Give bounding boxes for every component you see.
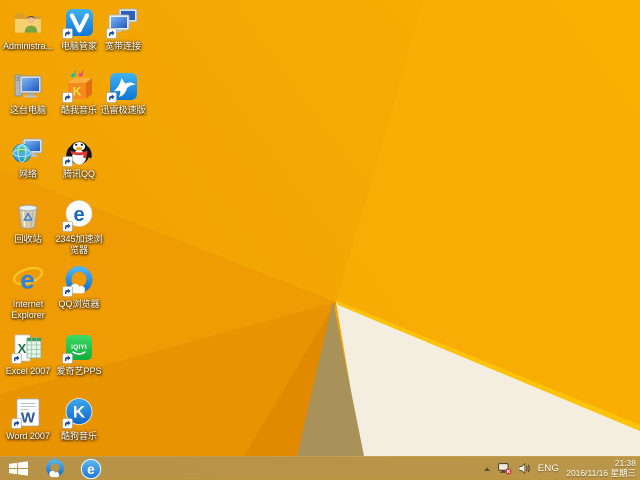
icon-label: 酷狗音乐 xyxy=(60,431,97,441)
language-indicator[interactable]: ENG xyxy=(538,463,560,474)
windows-logo-icon xyxy=(9,461,28,476)
desktop-icon-thunder[interactable]: 迅雷极速版 xyxy=(95,70,151,116)
icon-label: Word 2007 xyxy=(6,431,50,441)
desktop-screen: Administra... 电脑管家 宽带连接 这台电脑 K 酷我音乐 迅雷极速… xyxy=(0,0,640,480)
icon-label: 网络 xyxy=(18,169,37,179)
desktop-icon-administrator[interactable]: Administra... xyxy=(0,6,56,52)
clock-date: 2016/11/16 星期三 xyxy=(566,467,636,478)
svg-text:e: e xyxy=(73,204,84,226)
bird-icon xyxy=(106,73,137,103)
shield-check-icon xyxy=(62,9,93,39)
system-tray: ENG 21:38 2016/11/16 星期三 xyxy=(483,458,640,478)
icon-label: QQ浏览器 xyxy=(58,299,100,309)
network-disconnected-icon xyxy=(497,462,512,475)
word-icon: W xyxy=(11,398,40,429)
volume-icon[interactable] xyxy=(518,463,531,474)
iqiyi-icon: iQIYI xyxy=(62,335,92,364)
desktop-icon-2345-browser[interactable]: e 2345加速浏览器 xyxy=(51,199,107,255)
icon-label: 宽带连接 xyxy=(104,41,141,51)
internet-explorer-icon: e xyxy=(80,458,102,479)
desktop-icon-kugou[interactable]: K 酷狗音乐 xyxy=(51,396,107,442)
icon-label: 回收站 xyxy=(14,234,42,244)
recycle-bin-icon xyxy=(18,204,38,229)
excel-icon: X xyxy=(11,334,42,364)
show-hidden-icons-button[interactable] xyxy=(483,466,491,472)
globe-monitor-icon xyxy=(12,138,43,163)
ring-cloud-icon xyxy=(62,266,93,297)
speaker-icon xyxy=(518,463,530,474)
icon-label: 酷我音乐 xyxy=(60,105,97,115)
icon-label: 这台电脑 xyxy=(9,105,46,115)
icon-label: 2345加速浏览器 xyxy=(55,234,103,255)
taskbar-qq-browser[interactable] xyxy=(37,457,73,480)
desktop-icon-excel[interactable]: X Excel 2007 xyxy=(0,331,56,377)
desktop-icon-word[interactable]: W Word 2007 xyxy=(0,396,56,442)
desktop-icon-this-pc[interactable]: 这台电脑 xyxy=(0,70,56,116)
start-button[interactable] xyxy=(0,457,37,480)
svg-text:e: e xyxy=(87,462,95,477)
music-box-icon: K xyxy=(62,70,92,103)
desktop-icon-iqiyi-pps[interactable]: iQIYI 爱奇艺PPS xyxy=(51,331,107,377)
icon-label: Excel 2007 xyxy=(5,366,51,376)
desktop-icon-network[interactable]: 网络 xyxy=(0,134,56,180)
browser-e-icon: e xyxy=(62,200,93,232)
svg-text:iQIYI: iQIYI xyxy=(71,344,87,351)
icon-label: 爱奇艺PPS xyxy=(56,366,102,376)
svg-text:K: K xyxy=(73,403,86,422)
icon-label: 腾讯QQ xyxy=(62,169,95,179)
icon-label: 电脑管家 xyxy=(60,41,97,51)
desktop-icon-tencent-qq[interactable]: 腾讯QQ xyxy=(51,134,107,180)
desktop-icon-recycle-bin[interactable]: 回收站 xyxy=(0,199,56,245)
taskbar: e ENG 21:38 2016/11/16 星期三 xyxy=(0,456,640,480)
user-folder-icon xyxy=(15,13,42,33)
kugou-icon: K xyxy=(62,398,93,429)
icon-label: Internet Explorer xyxy=(11,299,45,320)
internet-explorer-icon: e xyxy=(12,265,44,295)
penguin-icon xyxy=(62,141,92,167)
taskbar-clock[interactable]: 21:38 2016/11/16 星期三 xyxy=(566,458,636,478)
dual-monitors-icon xyxy=(106,8,138,39)
desktop-icon-qq-browser[interactable]: QQ浏览器 xyxy=(51,264,107,310)
icon-label: Administra... xyxy=(2,41,53,51)
network-status-icon[interactable] xyxy=(497,462,512,475)
desktop-icon-internet-explorer[interactable]: e Internet Explorer xyxy=(0,264,56,320)
chevron-up-icon xyxy=(483,466,490,471)
svg-text:K: K xyxy=(73,85,82,99)
desktop-icon-broadband[interactable]: 宽带连接 xyxy=(95,6,151,52)
computer-icon xyxy=(14,74,42,98)
icon-label: 迅雷极速版 xyxy=(100,105,146,115)
taskbar-internet-explorer[interactable]: e xyxy=(73,457,109,480)
svg-text:e: e xyxy=(20,265,34,295)
svg-text:W: W xyxy=(21,410,36,427)
ring-cloud-icon xyxy=(46,458,64,477)
